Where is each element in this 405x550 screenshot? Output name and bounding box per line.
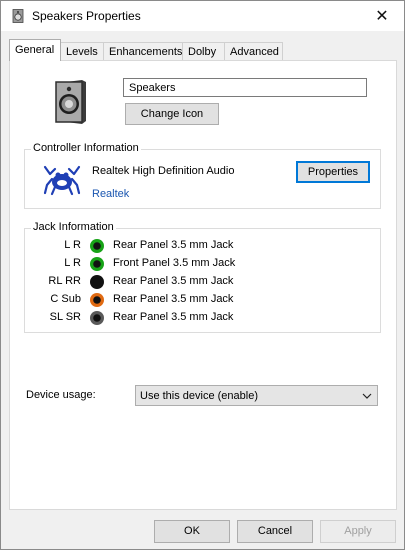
jack-channel-label: L R	[64, 239, 81, 251]
properties-button[interactable]: Properties	[296, 161, 370, 183]
close-icon: ✕	[375, 8, 389, 25]
jack-row: L R Rear Panel 3.5 mm Jack	[25, 237, 385, 255]
tab-advanced[interactable]: Advanced	[224, 42, 283, 60]
window-title: Speakers Properties	[32, 9, 141, 23]
change-icon-button[interactable]: Change Icon	[125, 103, 219, 125]
tab-enhancements[interactable]: Enhancements	[103, 42, 183, 60]
jack-channel-label: SL SR	[49, 311, 81, 323]
jack-location-label: Rear Panel 3.5 mm Jack	[113, 311, 234, 323]
device-name-field[interactable]: Speakers	[123, 78, 367, 97]
jack-channel-label: L R	[64, 257, 81, 269]
device-usage-select[interactable]: Use this device (enable)	[135, 385, 378, 406]
jack-information-group: Jack Information L R Rear Panel 3.5 mm Ja…	[24, 221, 381, 333]
ok-button[interactable]: OK	[154, 520, 230, 543]
jack-row: RL RR Rear Panel 3.5 mm Jack	[25, 273, 385, 291]
speaker-device-icon	[55, 80, 86, 124]
jack-port-icon	[90, 311, 104, 325]
jack-row: C Sub Rear Panel 3.5 mm Jack	[25, 291, 385, 309]
controller-information-group: Controller Information Realtek High Defi…	[24, 142, 381, 209]
tab-general[interactable]: General	[9, 39, 61, 61]
close-button[interactable]: ✕	[360, 1, 404, 31]
jack-location-label: Front Panel 3.5 mm Jack	[113, 257, 236, 269]
tab-label: Advanced	[230, 46, 279, 58]
tab-strip: General Levels Enhancements Dolby Advanc…	[9, 39, 397, 61]
tab-label: Enhancements	[109, 46, 183, 58]
group-title: Jack Information	[31, 221, 116, 233]
jack-channel-label: RL RR	[48, 275, 81, 287]
jack-channel-label: C Sub	[50, 293, 81, 305]
jack-location-label: Rear Panel 3.5 mm Jack	[113, 239, 234, 251]
properties-window: Speakers Properties ✕ General Levels Enh…	[0, 0, 405, 550]
speaker-app-icon	[12, 9, 24, 23]
group-title: Controller Information	[31, 142, 141, 154]
tab-label: Levels	[66, 46, 98, 58]
jack-port-icon	[90, 293, 104, 307]
jack-port-icon	[90, 257, 104, 271]
device-usage-value: Use this device (enable)	[140, 390, 259, 402]
general-tab-panel: Speakers Change Icon Controller Informat…	[9, 60, 397, 510]
tab-levels[interactable]: Levels	[60, 42, 104, 60]
controller-vendor-link[interactable]: Realtek	[92, 188, 129, 200]
jack-location-label: Rear Panel 3.5 mm Jack	[113, 275, 234, 287]
tab-label: Dolby	[188, 46, 217, 58]
device-usage-label: Device usage:	[26, 389, 96, 401]
jack-port-icon	[90, 239, 104, 253]
realtek-crab-icon	[43, 165, 81, 196]
controller-name: Realtek High Definition Audio	[92, 165, 235, 177]
jack-location-label: Rear Panel 3.5 mm Jack	[113, 293, 234, 305]
tab-label: General	[15, 44, 55, 56]
apply-button[interactable]: Apply	[320, 520, 396, 543]
chevron-down-icon	[362, 393, 372, 399]
tab-dolby[interactable]: Dolby	[182, 42, 225, 60]
jack-port-icon	[90, 275, 104, 289]
cancel-button[interactable]: Cancel	[237, 520, 313, 543]
jack-row: SL SR Rear Panel 3.5 mm Jack	[25, 309, 385, 327]
jack-row: L R Front Panel 3.5 mm Jack	[25, 255, 385, 273]
title-bar: Speakers Properties ✕	[1, 1, 404, 31]
